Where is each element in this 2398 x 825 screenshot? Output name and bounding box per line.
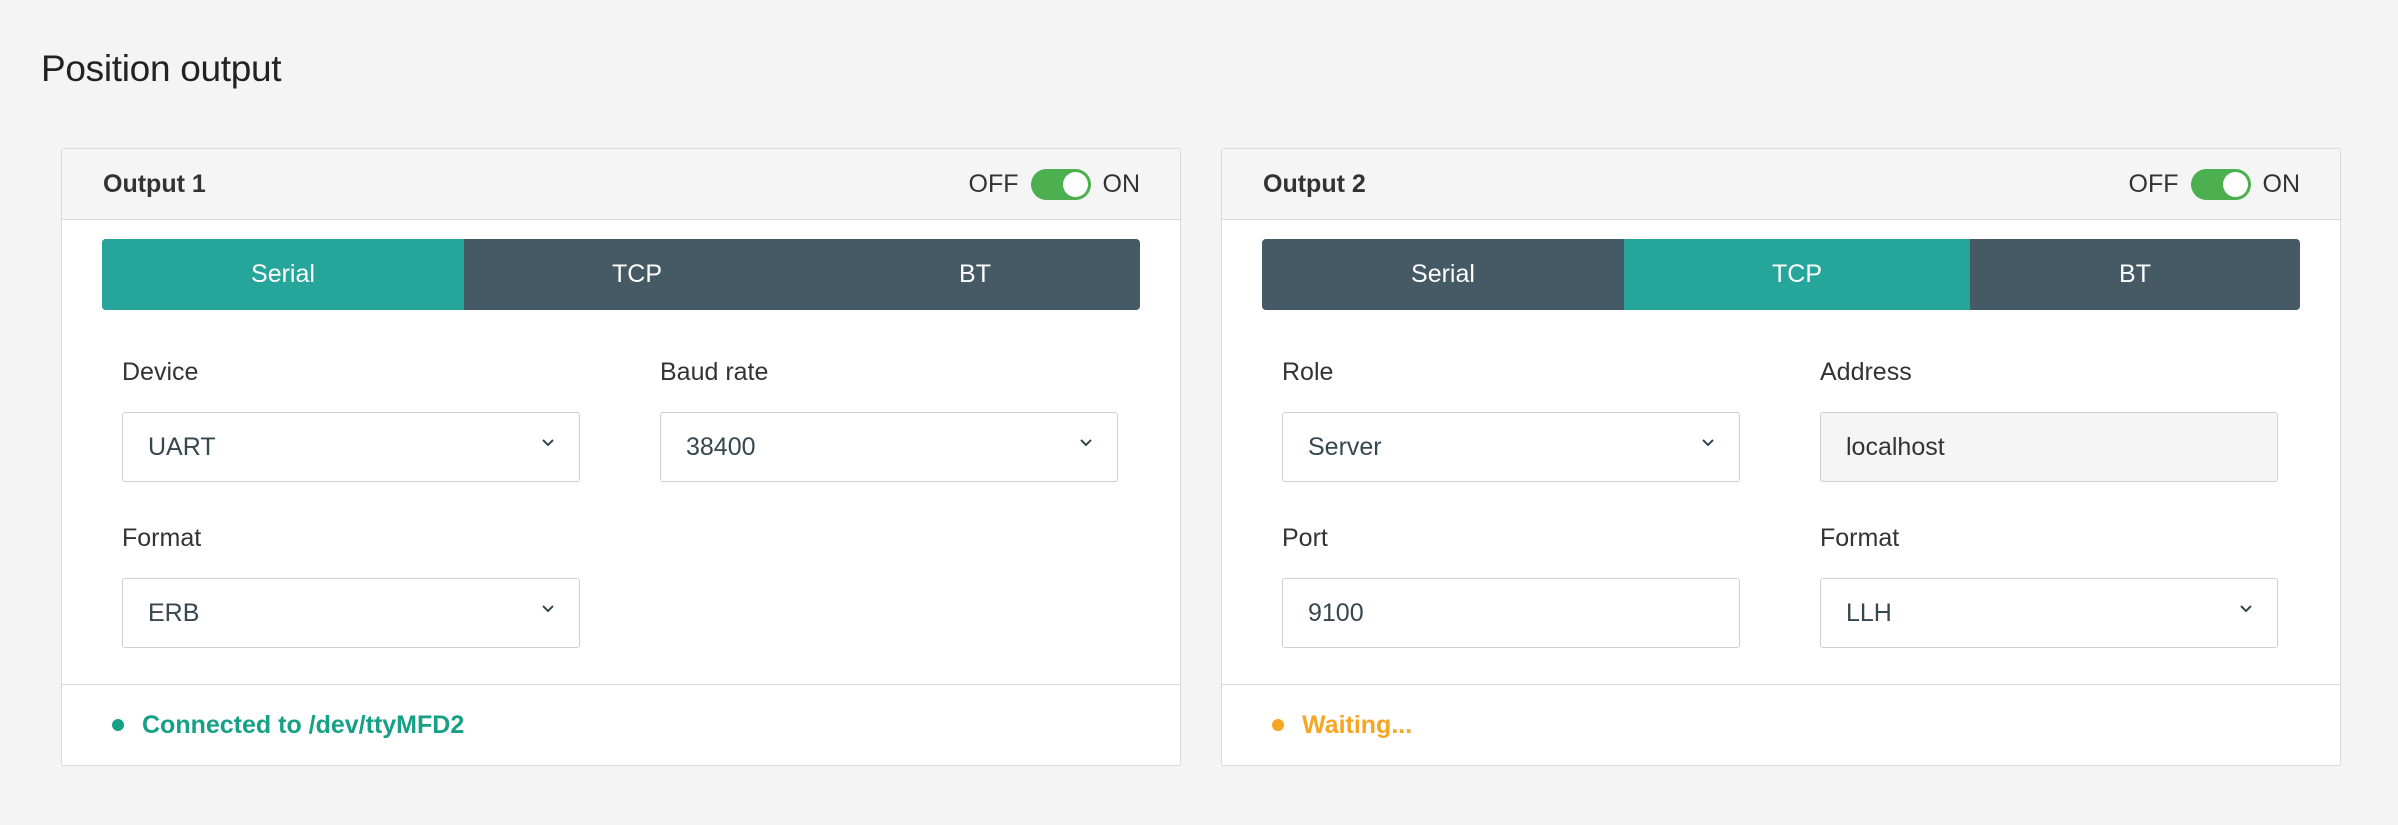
role-select[interactable]: Server	[1282, 412, 1740, 482]
tab-tcp[interactable]: TCP	[1624, 239, 1970, 310]
chevron-down-icon	[541, 436, 555, 450]
format-select[interactable]: ERB	[122, 578, 580, 648]
address-input[interactable]: localhost	[1820, 412, 2278, 482]
address-label: Address	[1820, 358, 1912, 386]
tab-bt[interactable]: BT	[1970, 239, 2300, 310]
port-field: Port 9100	[1282, 523, 1740, 648]
device-select[interactable]: UART	[122, 412, 580, 482]
toggle-on-label: ON	[2262, 169, 2301, 198]
format-value: LLH	[1846, 598, 1892, 627]
baud-rate-select[interactable]: 38400	[660, 412, 1118, 482]
toggle-off-label: OFF	[2128, 169, 2179, 198]
output-1-toggle: OFF ON	[968, 149, 1141, 219]
format-field: Format ERB	[122, 523, 580, 648]
format-label: Format	[1820, 524, 1900, 552]
page-title: Position output	[41, 48, 282, 89]
chevron-down-icon	[541, 602, 555, 616]
output-2-enable-switch[interactable]	[2190, 168, 2251, 200]
chevron-down-icon	[1079, 436, 1093, 450]
device-field: Device UART	[122, 357, 580, 482]
output-1-status: Connected to /dev/ttyMFD2	[62, 684, 1180, 765]
chevron-down-icon	[1701, 436, 1715, 450]
port-input[interactable]: 9100	[1282, 578, 1740, 648]
tab-bt[interactable]: BT	[810, 239, 1140, 310]
output-1-tabs: Serial TCP BT	[102, 239, 1140, 310]
format-value: ERB	[148, 598, 200, 627]
output-2-header: Output 2 OFF ON	[1222, 149, 2340, 220]
baud-rate-value: 38400	[686, 432, 756, 461]
output-2-panel: Output 2 OFF ON Serial TCP BT Role Serve…	[1221, 148, 2341, 766]
device-value: UART	[148, 432, 216, 461]
baud-rate-label: Baud rate	[660, 358, 769, 386]
status-dot-icon	[1272, 719, 1284, 731]
device-label: Device	[122, 358, 199, 386]
output-2-status: Waiting...	[1222, 684, 2340, 765]
status-text: Waiting...	[1302, 710, 1413, 739]
output-2-toggle: OFF ON	[2128, 149, 2301, 219]
output-1-title: Output 1	[103, 170, 206, 198]
toggle-on-label: ON	[1102, 169, 1141, 198]
port-label: Port	[1282, 524, 1328, 552]
output-2-tabs: Serial TCP BT	[1262, 239, 2300, 310]
role-value: Server	[1308, 432, 1382, 461]
output-1-header: Output 1 OFF ON	[62, 149, 1180, 220]
format-select[interactable]: LLH	[1820, 578, 2278, 648]
tab-tcp[interactable]: TCP	[464, 239, 810, 310]
format-field: Format LLH	[1820, 523, 2278, 648]
tab-serial[interactable]: Serial	[1262, 239, 1624, 310]
switch-knob	[1062, 171, 1088, 197]
address-value: localhost	[1846, 432, 1945, 461]
toggle-off-label: OFF	[968, 169, 1019, 198]
output-2-title: Output 2	[1263, 170, 1366, 198]
address-field: Address localhost	[1820, 357, 2278, 482]
tab-serial[interactable]: Serial	[102, 239, 464, 310]
port-value: 9100	[1308, 598, 1364, 627]
output-1-panel: Output 1 OFF ON Serial TCP BT Device UAR…	[61, 148, 1181, 766]
status-dot-icon	[112, 719, 124, 731]
role-field: Role Server	[1282, 357, 1740, 482]
baud-rate-field: Baud rate 38400	[660, 357, 1118, 482]
role-label: Role	[1282, 358, 1334, 386]
output-1-enable-switch[interactable]	[1030, 168, 1091, 200]
status-text: Connected to /dev/ttyMFD2	[142, 710, 465, 739]
switch-knob	[2222, 171, 2248, 197]
chevron-down-icon	[2239, 602, 2253, 616]
format-label: Format	[122, 524, 202, 552]
